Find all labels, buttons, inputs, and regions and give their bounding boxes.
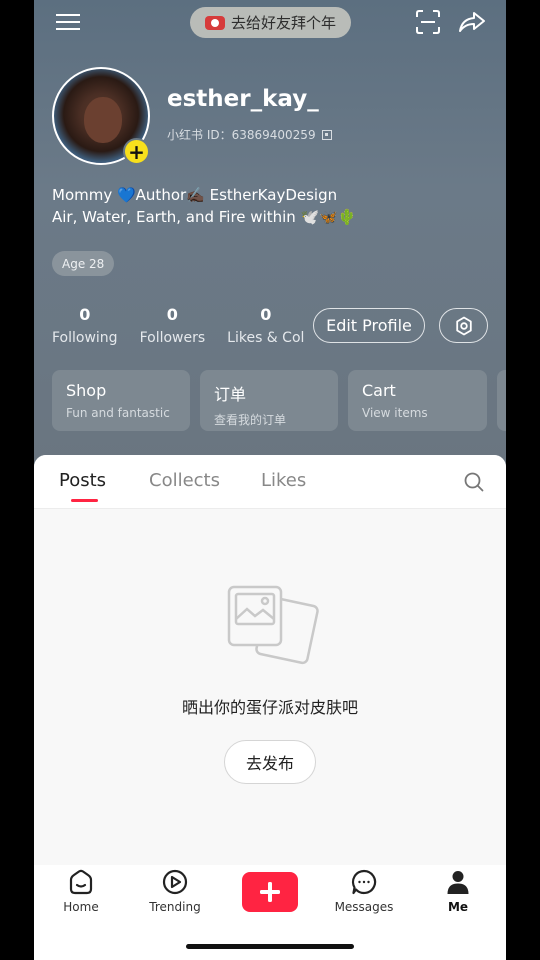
add-avatar-button[interactable]: + <box>123 138 150 165</box>
service-cards: Shop Fun and fantastic 订单 查看我的订单 Cart Vi… <box>52 370 506 431</box>
scan-button[interactable] <box>408 2 448 42</box>
nav-label: Me <box>447 900 469 914</box>
nav-label: Messages <box>334 900 394 914</box>
home-indicator <box>186 944 354 949</box>
share-button[interactable] <box>452 2 492 42</box>
card-title: Cart <box>362 381 396 400</box>
stats-row: 0 Following 0 Followers 0 Likes & Col <box>52 305 304 346</box>
tab-likes[interactable]: Likes <box>261 470 306 491</box>
card-title: Shop <box>66 381 107 400</box>
active-tab-indicator <box>71 499 98 502</box>
edit-profile-button[interactable]: Edit Profile <box>313 308 425 343</box>
search-icon <box>464 472 484 492</box>
nav-home[interactable]: Home <box>46 869 116 914</box>
card-orders[interactable]: 订单 查看我的订单 <box>200 370 338 431</box>
person-icon <box>447 871 469 894</box>
avatar-container[interactable]: + <box>52 67 150 165</box>
greeting-banner[interactable]: 去给好友拜个年 <box>190 7 351 38</box>
age-badge: Age 28 <box>52 251 115 276</box>
empty-state-message: 晒出你的蛋仔派对皮肤吧 <box>181 698 358 717</box>
empty-photos-icon <box>227 585 319 665</box>
stat-following[interactable]: 0 Following <box>52 305 118 346</box>
content-tabs: Posts Collects Likes <box>34 455 506 509</box>
bio: Mommy 💙Author✍🏿 EstherKayDesign Air, Wat… <box>52 184 357 228</box>
stat-likes-collects[interactable]: 0 Likes & Col <box>227 305 304 346</box>
home-icon <box>69 869 93 895</box>
top-bar: 去给好友拜个年 <box>34 0 506 46</box>
message-icon <box>351 869 377 895</box>
menu-button[interactable] <box>48 2 88 42</box>
scan-icon <box>416 10 440 34</box>
nav-messages[interactable]: Messages <box>329 869 399 914</box>
greeting-text: 去给好友拜个年 <box>230 14 336 32</box>
card-title: 订单 <box>214 385 247 404</box>
stat-label: Followers <box>139 330 206 346</box>
search-button[interactable] <box>458 469 490 495</box>
card-subtitle: View items <box>362 406 428 420</box>
card-subtitle: Fun and fantastic <box>66 406 170 420</box>
card-cart[interactable]: Cart View items <box>348 370 487 431</box>
stat-followers[interactable]: 0 Followers <box>140 305 206 346</box>
bio-line-2: Air, Water, Earth, and Fire within 🕊️🦋🌵 <box>52 208 357 226</box>
settings-button[interactable] <box>439 308 488 343</box>
qr-code-icon[interactable] <box>321 129 332 140</box>
username: esther_kay_ <box>167 86 319 112</box>
stat-value: 0 <box>79 305 91 324</box>
nav-label: Home <box>63 900 99 914</box>
card-subtitle: 查看我的订单 <box>214 413 287 427</box>
stat-value: 0 <box>166 305 178 324</box>
stat-value: 0 <box>260 305 272 324</box>
nav-trending[interactable]: Trending <box>140 869 210 914</box>
create-post-button[interactable] <box>242 872 298 912</box>
bio-line-1: Mommy 💙Author✍🏿 EstherKayDesign <box>52 186 338 204</box>
play-icon <box>162 869 188 895</box>
plus-icon <box>260 882 280 902</box>
avatar-face-shape <box>84 97 122 143</box>
publish-button[interactable]: 去发布 <box>224 740 316 784</box>
card-more[interactable] <box>497 370 506 431</box>
nav-me[interactable]: Me <box>423 869 493 914</box>
user-id-row[interactable]: 小红书 ID：63869400259 <box>167 126 332 143</box>
phone-screen: 去给好友拜个年 + esther_kay_ 小红书 ID：63869400259 <box>34 0 506 960</box>
stat-label: Following <box>52 330 118 346</box>
red-envelope-icon <box>204 15 225 30</box>
nav-label: Trending <box>149 900 201 914</box>
hamburger-icon <box>56 14 80 30</box>
user-id-text: 小红书 ID：63869400259 <box>167 128 316 142</box>
stat-label: Likes & Col <box>227 330 305 346</box>
tab-collects[interactable]: Collects <box>149 470 220 491</box>
bottom-navigation: Home Trending Messages Me <box>34 865 506 960</box>
share-icon <box>459 12 485 32</box>
gear-icon <box>455 316 472 335</box>
tab-posts[interactable]: Posts <box>59 470 106 491</box>
card-shop[interactable]: Shop Fun and fantastic <box>52 370 190 431</box>
